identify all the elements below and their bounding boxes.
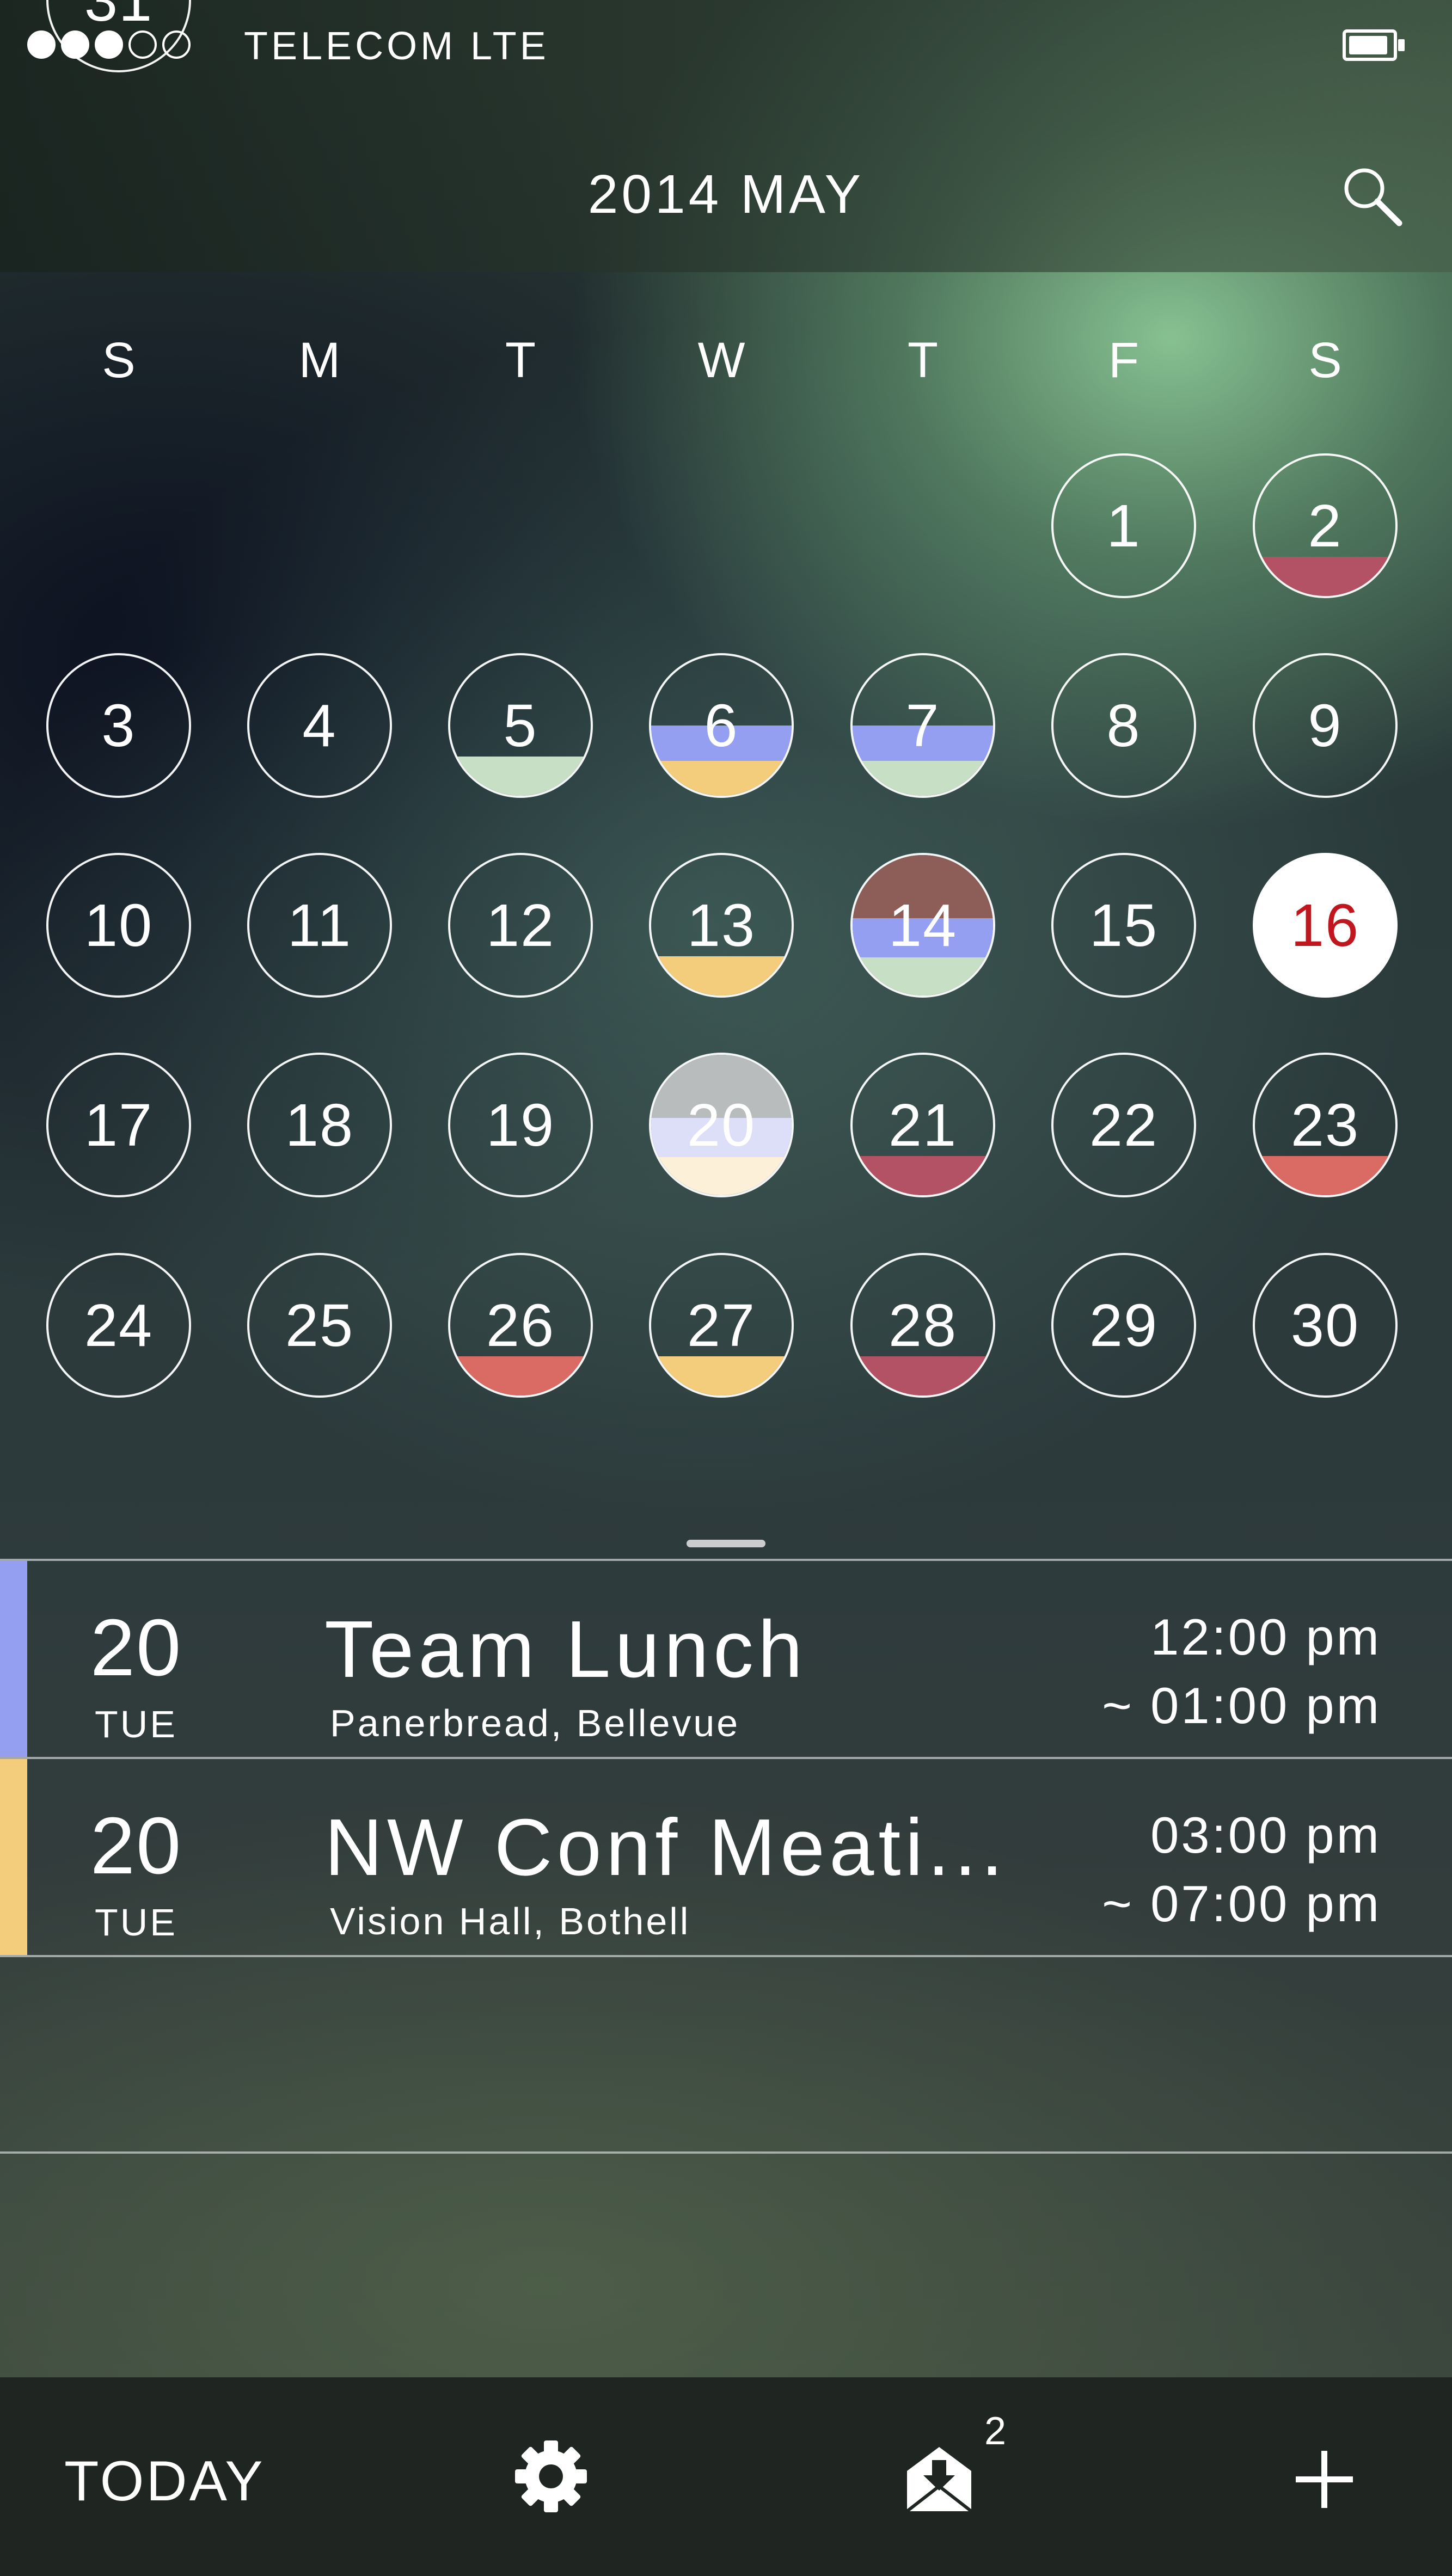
calendar-day[interactable]: 6 <box>649 653 794 798</box>
calendar-day[interactable]: 17 <box>46 1053 191 1197</box>
event-location: Panerbread, Bellevue <box>330 1702 740 1744</box>
day-number: 6 <box>704 692 739 759</box>
event-row[interactable]: 20 TUE Team Lunch Panerbread, Bellevue 1… <box>0 1561 1452 1757</box>
calendar-day[interactable]: 18 <box>247 1053 392 1197</box>
calendar-day[interactable]: 12 <box>448 853 593 998</box>
calendar-day[interactable]: 26 <box>448 1253 593 1398</box>
calendar-day[interactable]: 19 <box>448 1053 593 1197</box>
inbox-download-icon[interactable] <box>904 2444 975 2514</box>
weekday-label: T <box>505 333 536 388</box>
calendar-day[interactable]: 30 <box>1253 1253 1398 1398</box>
day-number: 25 <box>285 1292 354 1359</box>
weekday-label: S <box>102 333 136 388</box>
day-number: 18 <box>285 1091 354 1159</box>
day-number: 5 <box>503 692 538 759</box>
calendar-day-today[interactable]: 16 <box>1253 853 1398 998</box>
calendar-day[interactable]: 22 <box>1051 1053 1196 1197</box>
calendar-day[interactable]: 4 <box>247 653 392 798</box>
event-end-time: ~ 07:00 pm <box>1102 1875 1381 1932</box>
event-title: Team Lunch <box>324 1604 807 1694</box>
search-icon[interactable] <box>1339 163 1405 229</box>
event-date: 20 <box>90 1801 182 1891</box>
calendar-day[interactable]: 15 <box>1051 853 1196 998</box>
event-weekday: TUE <box>95 1901 177 1944</box>
event-end-time: ~ 01:00 pm <box>1102 1677 1381 1734</box>
event-color-bar <box>0 1759 27 1955</box>
event-color-bar <box>0 1561 27 1757</box>
day-number: 20 <box>687 1091 756 1159</box>
day-number: 7 <box>905 692 940 759</box>
day-number: 17 <box>84 1091 154 1159</box>
calendar-day[interactable]: 5 <box>448 653 593 798</box>
day-number: 22 <box>1089 1091 1159 1159</box>
calendar-day[interactable]: 31 <box>46 0 191 72</box>
inbox-badge: 2 <box>984 2409 1007 2453</box>
day-number: 24 <box>84 1292 154 1359</box>
calendar-day[interactable]: 23 <box>1253 1053 1398 1197</box>
calendar-day[interactable]: 10 <box>46 853 191 998</box>
day-number: 8 <box>1106 692 1141 759</box>
day-number: 13 <box>687 892 756 959</box>
day-number: 4 <box>302 692 337 759</box>
calendar-day[interactable]: 20 <box>649 1053 794 1197</box>
weekday-label: S <box>1308 333 1342 388</box>
calendar-day[interactable]: 13 <box>649 853 794 998</box>
calendar-day[interactable]: 1 <box>1051 453 1196 598</box>
calendar-day[interactable]: 2 <box>1253 453 1398 598</box>
day-number: 26 <box>486 1292 555 1359</box>
day-number: 14 <box>888 892 958 959</box>
day-number: 19 <box>486 1091 555 1159</box>
day-number: 11 <box>287 892 352 959</box>
calendar-day[interactable]: 11 <box>247 853 392 998</box>
day-number: 29 <box>1089 1292 1159 1359</box>
day-number: 10 <box>84 892 154 959</box>
weekday-label: F <box>1108 333 1139 388</box>
tab-bar: TODAY 2 <box>0 2377 1452 2576</box>
event-title: NW Conf Meati... <box>324 1803 1008 1892</box>
day-number: 2 <box>1308 492 1343 560</box>
calendar-day[interactable]: 21 <box>850 1053 995 1197</box>
weekday-label: T <box>907 333 939 388</box>
day-number: 28 <box>888 1292 958 1359</box>
day-number: 3 <box>101 692 136 759</box>
day-number: 31 <box>84 0 154 34</box>
event-location: Vision Hall, Bothell <box>330 1900 691 1942</box>
day-number: 1 <box>1106 492 1141 560</box>
calendar-day[interactable]: 7 <box>850 653 995 798</box>
day-number: 30 <box>1290 1292 1360 1359</box>
weekday-label: M <box>298 333 341 388</box>
event-row[interactable]: 20 TUE NW Conf Meati... Vision Hall, Bot… <box>0 1759 1452 1955</box>
event-start-time: 03:00 pm <box>1150 1806 1381 1864</box>
calendar-day[interactable]: 27 <box>649 1253 794 1398</box>
day-number: 21 <box>888 1091 958 1159</box>
divider <box>0 2151 1452 2154</box>
event-date: 20 <box>90 1603 182 1693</box>
plus-icon[interactable] <box>1296 2451 1353 2508</box>
carrier-label: TELECOM LTE <box>244 24 549 68</box>
day-number: 23 <box>1290 1091 1360 1159</box>
divider <box>0 1955 1452 1957</box>
day-number: 9 <box>1308 692 1343 759</box>
today-button[interactable]: TODAY <box>64 2449 265 2514</box>
drag-handle[interactable] <box>687 1540 765 1547</box>
day-number: 27 <box>687 1292 756 1359</box>
calendar-day[interactable]: 25 <box>247 1253 392 1398</box>
status-bar: TELECOM LTE <box>0 0 1452 93</box>
day-number: 15 <box>1089 892 1159 959</box>
battery-icon <box>1343 29 1405 61</box>
calendar-day[interactable]: 28 <box>850 1253 995 1398</box>
event-start-time: 12:00 pm <box>1150 1608 1381 1665</box>
calendar-day[interactable]: 8 <box>1051 653 1196 798</box>
gear-icon[interactable] <box>513 2438 589 2514</box>
day-number: 12 <box>486 892 555 959</box>
calendar-day[interactable]: 24 <box>46 1253 191 1398</box>
weekday-label: W <box>697 333 745 388</box>
event-weekday: TUE <box>95 1703 177 1745</box>
calendar-day[interactable]: 9 <box>1253 653 1398 798</box>
month-title[interactable]: 2014 MAY <box>0 163 1452 226</box>
calendar-day[interactable]: 3 <box>46 653 191 798</box>
calendar-day[interactable]: 14 <box>850 853 995 998</box>
day-number: 16 <box>1290 892 1360 959</box>
calendar-day[interactable]: 29 <box>1051 1253 1196 1398</box>
